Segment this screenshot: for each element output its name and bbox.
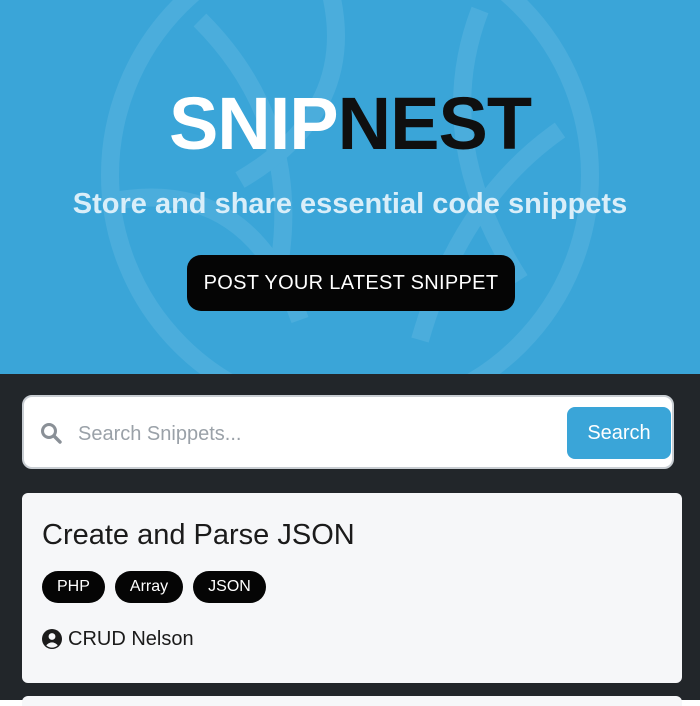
post-snippet-button[interactable]: POST YOUR LATEST SNIPPET xyxy=(187,255,515,311)
snippet-author[interactable]: CRUD Nelson xyxy=(42,625,194,653)
brand-nest-text: NEST xyxy=(337,82,532,165)
snippet-card[interactable]: Create and Parse JSON PHP Array JSON CRU… xyxy=(22,493,682,683)
search-icon xyxy=(41,423,62,444)
tag-php[interactable]: PHP xyxy=(42,571,105,603)
tag-array[interactable]: Array xyxy=(114,571,184,603)
main-content: Search Create and Parse JSON PHP Array J… xyxy=(0,374,700,706)
search-button[interactable]: Search xyxy=(567,407,671,459)
snippet-title[interactable]: Create and Parse JSON xyxy=(42,515,355,555)
tag-json[interactable]: JSON xyxy=(193,571,266,603)
user-circle-icon xyxy=(42,629,62,649)
snippet-tags: PHP Array JSON xyxy=(42,571,266,603)
brand-snip-text: SNIP xyxy=(168,82,339,165)
hero-banner: SNIPNEST Store and share essential code … xyxy=(0,0,700,374)
search-input[interactable] xyxy=(76,413,560,455)
snippet-card-next[interactable] xyxy=(22,696,682,706)
tagline: Store and share essential code snippets xyxy=(72,188,628,220)
author-name: CRUD Nelson xyxy=(68,628,194,650)
brand-logo: SNIPNEST xyxy=(0,80,700,168)
search-bar: Search xyxy=(22,395,674,469)
